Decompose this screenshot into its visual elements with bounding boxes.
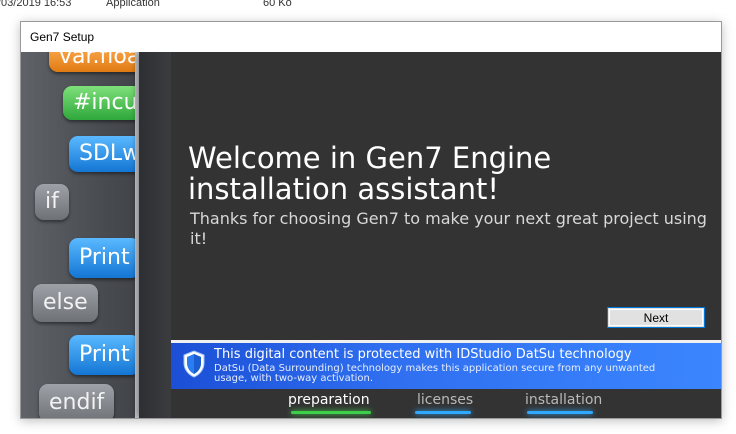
- step-indicator-preparation: [291, 411, 371, 414]
- banner-description: DatSu (Data Surrounding) technology make…: [214, 363, 656, 384]
- step-indicator-installation: [527, 411, 593, 414]
- welcome-heading: Welcome in Gen7 Engine installation assi…: [188, 141, 552, 206]
- step-preparation: preparation: [288, 392, 370, 408]
- next-button[interactable]: Next: [607, 307, 705, 328]
- code-chip: if: [35, 184, 69, 220]
- window-title: Gen7 Setup: [30, 30, 95, 44]
- steps-bar: preparation licenses installation: [171, 389, 721, 418]
- step-indicator-licenses: [415, 411, 471, 414]
- explorer-file-row: /03/2019 16:53 Application 60 Ko: [0, 0, 736, 12]
- code-chip: Print: [69, 335, 140, 375]
- file-type: Application: [106, 0, 160, 9]
- window-titlebar[interactable]: Gen7 Setup: [21, 22, 721, 52]
- banner-title: This digital content is protected with I…: [214, 347, 632, 362]
- shield-icon: [183, 350, 205, 378]
- welcome-subheading: Thanks for choosing Gen7 to make your ne…: [190, 209, 707, 248]
- step-licenses: licenses: [417, 392, 474, 408]
- code-chip: endif: [39, 384, 115, 418]
- code-art-panel: var.floa #incude SDLwrite if Print else …: [21, 52, 171, 418]
- art-stripe: [139, 52, 171, 418]
- code-chip: else: [33, 284, 98, 322]
- step-installation: installation: [525, 392, 603, 408]
- welcome-panel: Welcome in Gen7 Engine installation assi…: [171, 52, 721, 340]
- file-date: /03/2019 16:53: [0, 0, 72, 9]
- file-size: 60 Ko: [263, 0, 292, 9]
- protection-banner: This digital content is protected with I…: [171, 343, 721, 389]
- setup-window: Gen7 Setup var.floa #incude SDLwrite if …: [20, 21, 722, 419]
- code-chip: Print: [69, 238, 140, 278]
